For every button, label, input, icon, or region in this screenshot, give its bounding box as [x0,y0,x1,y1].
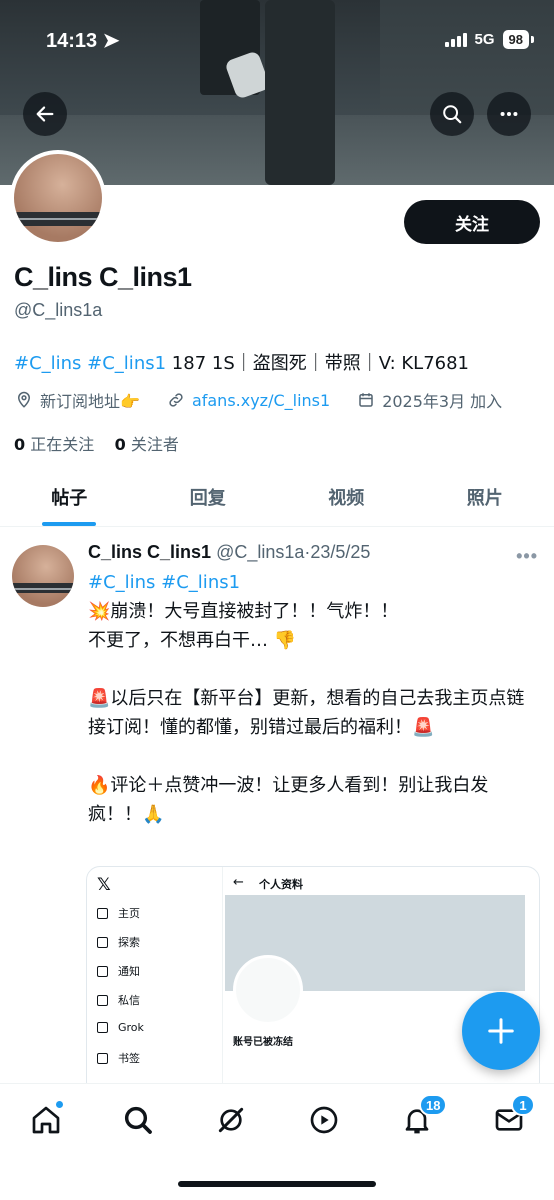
plus-icon [488,1018,514,1044]
bookmark-icon [97,1052,108,1064]
compose-button[interactable] [462,992,540,1070]
arrow-left-icon [36,106,54,122]
profile-avatar[interactable] [10,150,106,246]
tab-photos[interactable]: 照片 [416,468,554,526]
nav-search[interactable] [118,1100,158,1140]
profile-link[interactable]: afans.xyz/C_lins1 [192,391,330,410]
nav-messages[interactable]: 1 [489,1094,535,1140]
bell-icon [97,965,108,977]
home-unread-dot [55,1100,64,1109]
messages-badge: 1 [511,1094,535,1116]
post-author-name[interactable]: C_lins C_lins1 [88,542,211,562]
post-line: 💥崩溃！大号直接被封了！！气炸！！ [88,601,399,622]
tab-videos[interactable]: 视频 [277,468,416,526]
battery-tip [531,36,534,43]
search-icon [97,936,108,948]
post-date[interactable]: 23/5/25 [310,542,370,562]
nav-grok[interactable] [211,1100,251,1140]
home-indicator[interactable] [178,1181,376,1187]
nav-home[interactable] [26,1100,66,1140]
search-icon [443,105,462,124]
embed-nav-item: 通知 [97,963,140,979]
post-text: #C_lins #C_lins1 💥崩溃！大号直接被封了！！气炸！！ 不更了，不… [88,568,538,829]
tab-posts[interactable]: 帖子 [0,468,139,526]
post-paragraph: 🔥评论＋点赞冲一波！让更多人看到！别让我白发疯！！🙏 [88,775,489,825]
display-name: C_lins C_lins1 [14,262,192,292]
bio-hashtags[interactable]: #C_lins #C_lins1 [14,353,166,374]
profile-tabs: 帖子 回复 视频 照片 [0,468,554,527]
embed-nav-item: 书签 [97,1050,140,1066]
post-line: 不更了，不想再白干… 👎 [88,630,297,651]
follow-button[interactable]: 关注 [404,200,540,244]
mail-icon [97,994,108,1006]
embed-nav-item: 探索 [97,934,140,950]
post-hashtags[interactable]: #C_lins #C_lins1 [88,568,538,597]
embed-sidebar: 𝕏 主页 探索 通知 私信 Grok 书签 [87,867,223,1095]
followers-link[interactable]: 0 关注者 [115,435,179,454]
battery-icon: 98 [502,30,529,49]
embed-nav-item: Grok [97,1021,144,1034]
post-header: C_lins C_lins1 @C_lins1a·23/5/25 [88,542,371,562]
post-author-handle[interactable]: @C_lins1a [216,542,304,562]
link-icon [166,390,186,410]
x-logo-icon: 𝕏 [97,875,111,895]
profile-meta: 新订阅地址👉 afans.xyz/C_lins1 2025年3月 加入 [14,388,502,412]
profile-joined: 2025年3月 加入 [382,392,503,411]
follow-counts: 0 正在关注 0 关注者 [14,431,179,455]
search-icon [124,1106,152,1134]
notifications-badge: 18 [419,1094,448,1116]
nav-videos[interactable] [304,1100,344,1140]
play-circle-icon [310,1106,338,1134]
following-link[interactable]: 0 正在关注 [14,435,94,454]
status-time: 14:13 ➤ [46,30,120,52]
search-button[interactable] [430,92,474,136]
home-icon [97,907,108,919]
embed-back-icon: ← [233,875,244,890]
back-button[interactable] [23,92,67,136]
grok-icon [218,1107,244,1133]
user-handle: @C_lins1a [14,300,103,320]
nav-notifications[interactable]: 18 [397,1094,448,1140]
tab-replies[interactable]: 回复 [139,468,278,526]
network-type: 5G [474,31,495,48]
embed-status-text: 账号已被冻结 [233,1037,293,1048]
location-pin-icon [14,390,34,410]
signal-icon [444,32,467,47]
banner-figure-leg [265,0,335,185]
calendar-icon [356,390,376,410]
more-options-button[interactable] [487,92,531,136]
profile-location: 新订阅地址👉 [40,392,140,411]
status-indicators: 5G 98 [444,30,534,49]
grok-icon [97,1022,108,1033]
post-paragraph: 🚨以后只在【新平台】更新，想看的自己去我主页点链接订阅！懂的都懂，别错过最后的福… [88,688,525,738]
location-arrow-icon: ➤ [102,30,120,52]
post-more-icon[interactable]: ••• [516,546,538,567]
post-media-image[interactable]: 𝕏 主页 探索 通知 私信 Grok 书签 ← 个人资料 账号已被冻结 [86,866,540,1096]
embed-nav-item: 私信 [97,992,140,1008]
embed-title: 个人资料 [259,878,303,891]
post-author-avatar[interactable] [12,545,74,607]
embed-nav-item: 主页 [97,905,140,921]
more-dots-icon [500,111,518,117]
embed-avatar [233,955,303,1025]
bio-text: 187 1S｜盗图死｜带照｜V: KL7681 [166,353,470,374]
profile-bio: #C_lins #C_lins1 187 1S｜盗图死｜带照｜V: KL7681 [14,349,469,375]
